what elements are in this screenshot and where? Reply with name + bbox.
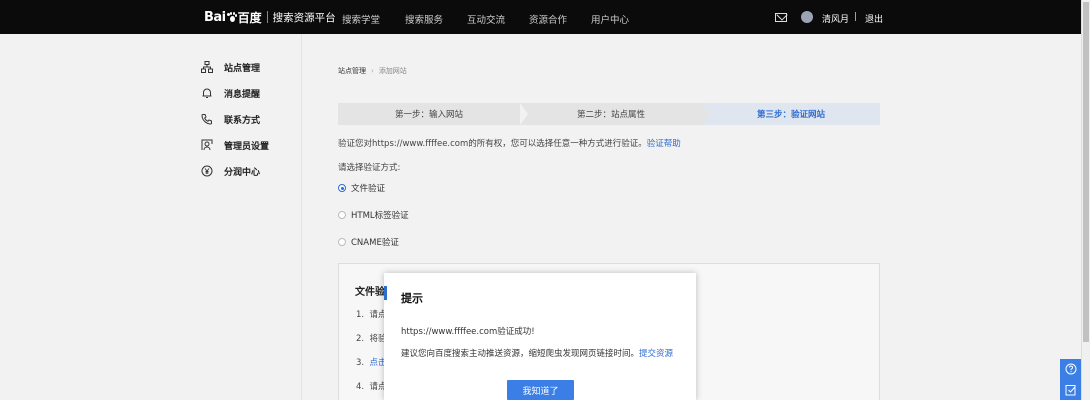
sidebar-item-label: 管理员设置 <box>224 141 270 152</box>
radio-html-tag-verify[interactable]: HTML标签验证 <box>338 209 409 221</box>
step-number: 4. <box>356 382 365 392</box>
nav-item-search-school[interactable]: 搜索学堂 <box>342 12 380 26</box>
feedback-icon[interactable] <box>1060 380 1081 400</box>
nav-item-resource-cooperation[interactable]: 资源合作 <box>529 12 567 26</box>
phone-icon <box>201 113 213 125</box>
dialog-title: 提示 <box>401 292 423 305</box>
radio-cname-verify[interactable]: CNAME验证 <box>338 236 399 248</box>
bell-icon <box>201 87 213 99</box>
baidu-paw-icon <box>226 11 237 23</box>
sidebar-item-messages[interactable]: 消息提醒 <box>201 86 260 100</box>
step-number: 1. <box>356 310 365 320</box>
logo-text-en: Bai <box>204 9 226 25</box>
step-1: 第一步：输入网站 <box>338 103 520 125</box>
verify-instruction-text: 验证您对https://www.ffffee.com的所有权，您可以选择任意一种… <box>338 139 647 149</box>
radio-button[interactable] <box>338 238 346 246</box>
method-step: 3. 点击 <box>356 356 387 368</box>
logo-divider <box>266 11 268 23</box>
verify-method-title: 文件验 <box>355 287 385 298</box>
sidebar-item-site-management[interactable]: 站点管理 <box>201 60 260 74</box>
got-it-button[interactable]: 我知道了 <box>507 380 574 400</box>
choose-method-label: 请选择验证方式: <box>338 163 401 173</box>
mail-icon[interactable] <box>775 13 787 22</box>
logout-link[interactable]: 退出 <box>865 12 883 25</box>
dialog-success-message: https://www.ffffee.com验证成功! <box>401 327 535 337</box>
yen-icon <box>201 165 213 177</box>
step-number: 3. <box>356 358 365 368</box>
breadcrumb: 站点管理 › 添加网站 <box>338 66 407 76</box>
sitemap-icon <box>201 61 213 73</box>
sidebar-item-label: 站点管理 <box>224 63 261 74</box>
breadcrumb-root[interactable]: 站点管理 <box>338 67 366 75</box>
step-label: 第三步：验证网站 <box>756 110 825 120</box>
step-3-active: 第三步：验证网站 <box>702 103 880 125</box>
dialog-suggestion: 建议您向百度搜索主动推送资源，缩短爬虫发现网页链接时间。提交资源 <box>401 347 673 359</box>
sidebar-item-admin-settings[interactable]: 管理员设置 <box>201 138 269 152</box>
method-step: 2. 将验 <box>356 332 387 344</box>
step-chevron <box>702 103 710 125</box>
header-divider: | <box>854 12 858 22</box>
method-step: 1. 请点 <box>356 308 387 320</box>
help-icon[interactable] <box>1060 359 1081 379</box>
breadcrumb-separator: › <box>371 67 374 75</box>
username[interactable]: 清风月 <box>822 12 849 25</box>
sidebar-item-label: 分润中心 <box>224 167 261 178</box>
radio-file-verify[interactable]: 文件验证 <box>338 182 385 194</box>
radio-button[interactable] <box>338 184 346 192</box>
sidebar-item-label: 消息提醒 <box>224 89 261 100</box>
step-chevron <box>520 103 528 125</box>
nav-item-user-center[interactable]: 用户中心 <box>591 12 629 26</box>
floating-toolbar <box>1060 359 1081 400</box>
nav-item-interaction[interactable]: 互动交流 <box>467 12 505 26</box>
breadcrumb-current: 添加网站 <box>378 67 407 75</box>
method-step: 4. 请点 <box>356 380 387 392</box>
top-nav-bar: Bai 百度 搜索资源平台 搜索学堂 搜索服务 互动交流 资源合作 用户中心 清… <box>0 0 1081 34</box>
submit-resource-link[interactable]: 提交资源 <box>639 349 673 359</box>
step-2: 第二步：站点属性 <box>520 103 702 125</box>
radio-button[interactable] <box>338 211 346 219</box>
step-number: 2. <box>356 334 365 344</box>
step-label: 第二步：站点属性 <box>576 110 645 120</box>
radio-label: 文件验证 <box>351 184 386 194</box>
radio-label: HTML标签验证 <box>351 211 409 221</box>
sidebar-item-contact[interactable]: 联系方式 <box>201 112 260 126</box>
baidu-logo[interactable]: Bai 百度 搜索资源平台 <box>204 8 336 26</box>
sidebar-item-profit-center[interactable]: 分润中心 <box>201 164 260 178</box>
step-label: 第一步：输入网站 <box>394 110 463 120</box>
verify-instruction: 验证您对https://www.ffffee.com的所有权，您可以选择任意一种… <box>338 137 681 149</box>
platform-title: 搜索资源平台 <box>272 11 336 24</box>
scrollbar-thumb[interactable] <box>1083 2 1089 342</box>
nav-item-search-service[interactable]: 搜索服务 <box>405 12 443 26</box>
sidebar-item-label: 联系方式 <box>224 115 261 126</box>
page-scrollbar[interactable] <box>1081 0 1090 400</box>
admin-icon <box>201 139 213 151</box>
step-progress: 第一步：输入网站 第二步：站点属性 第三步：验证网站 <box>338 103 880 125</box>
radio-label: CNAME验证 <box>351 238 399 248</box>
dialog-suggestion-text: 建议您向百度搜索主动推送资源，缩短爬虫发现网页链接时间。 <box>401 349 640 359</box>
dialog-accent-bar <box>384 286 387 300</box>
verify-help-link[interactable]: 验证帮助 <box>647 139 681 149</box>
logo-text-cn: 百度 <box>237 10 262 25</box>
avatar[interactable] <box>801 11 813 23</box>
